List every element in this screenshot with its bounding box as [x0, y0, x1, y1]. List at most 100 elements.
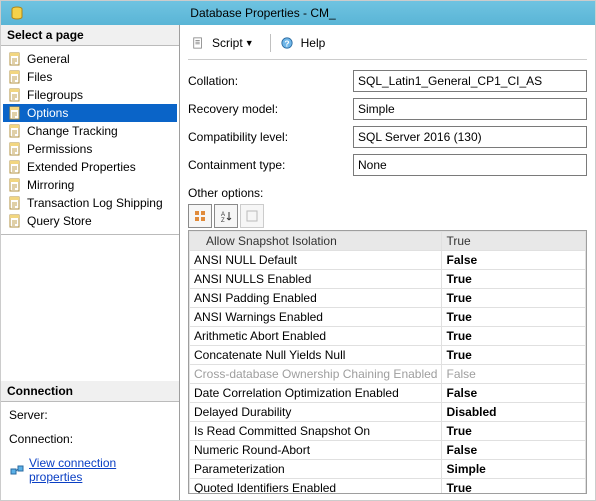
property-value: True [442, 289, 586, 308]
property-value: True [442, 327, 586, 346]
svg-text:?: ? [284, 38, 289, 48]
sidebar-item-extended-properties[interactable]: Extended Properties [3, 158, 177, 176]
sidebar-item-mirroring[interactable]: Mirroring [3, 176, 177, 194]
help-icon: ? [281, 35, 297, 51]
property-name: Delayed Durability [190, 403, 442, 422]
property-value: True [442, 308, 586, 327]
property-name: Allow Snapshot Isolation [190, 232, 442, 251]
page-icon [7, 51, 23, 67]
sidebar-item-query-store[interactable]: Query Store [3, 212, 177, 230]
connection-icon [9, 462, 25, 478]
recovery-combo[interactable]: Simple [353, 98, 587, 120]
property-value: False [442, 441, 586, 460]
property-name: Concatenate Null Yields Null [190, 346, 442, 365]
property-row[interactable]: ANSI Warnings EnabledTrue [190, 308, 586, 327]
connection-label: Connection: [9, 432, 171, 446]
property-row[interactable]: Concatenate Null Yields NullTrue [190, 346, 586, 365]
compat-value: SQL Server 2016 (130) [358, 130, 482, 144]
page-icon [7, 87, 23, 103]
page-icon [7, 123, 23, 139]
view-connection-properties-link[interactable]: View connection properties [9, 456, 171, 484]
property-value: True [442, 479, 586, 495]
sidebar-item-label: Options [27, 106, 68, 120]
script-icon [192, 35, 208, 51]
help-label: Help [301, 36, 326, 50]
contain-combo[interactable]: None [353, 154, 587, 176]
property-row[interactable]: ANSI NULL DefaultFalse [190, 251, 586, 270]
sidebar-item-label: Transaction Log Shipping [27, 196, 163, 210]
script-label: Script [212, 36, 243, 50]
property-name: Cross-database Ownership Chaining Enable… [190, 365, 442, 384]
collation-value: SQL_Latin1_General_CP1_CI_AS [358, 74, 542, 88]
property-value: True [442, 270, 586, 289]
property-name: ANSI NULLS Enabled [190, 270, 442, 289]
collation-combo[interactable]: SQL_Latin1_General_CP1_CI_AS [353, 70, 587, 92]
property-name: Date Correlation Optimization Enabled [190, 384, 442, 403]
sidebar-item-files[interactable]: Files [3, 68, 177, 86]
property-value: Simple [442, 460, 586, 479]
property-row[interactable]: ANSI Padding EnabledTrue [190, 289, 586, 308]
page-icon [7, 177, 23, 193]
sidebar-item-label: Files [27, 70, 52, 84]
property-row[interactable]: Quoted Identifiers EnabledTrue [190, 479, 586, 495]
property-name: ANSI NULL Default [190, 251, 442, 270]
property-name: Parameterization [190, 460, 442, 479]
property-value: True [442, 422, 586, 441]
property-row[interactable]: Allow Snapshot IsolationTrue [190, 232, 586, 251]
compat-label: Compatibility level: [188, 130, 353, 144]
select-page-header: Select a page [1, 25, 179, 46]
property-row[interactable]: ANSI NULLS EnabledTrue [190, 270, 586, 289]
sidebar-item-filegroups[interactable]: Filegroups [3, 86, 177, 104]
toolbar: Script ▼ ? Help [188, 31, 587, 60]
property-row[interactable]: ParameterizationSimple [190, 460, 586, 479]
title-bar: Database Properties - CM_ [1, 1, 595, 25]
sidebar-item-permissions[interactable]: Permissions [3, 140, 177, 158]
property-name: Is Read Committed Snapshot On [190, 422, 442, 441]
other-options-label: Other options: [188, 186, 587, 200]
recovery-label: Recovery model: [188, 102, 353, 116]
property-grid[interactable]: Allow Snapshot IsolationTrueANSI NULL De… [188, 230, 587, 494]
collation-label: Collation: [188, 74, 353, 88]
property-name: ANSI Warnings Enabled [190, 308, 442, 327]
categorized-button[interactable] [188, 204, 212, 228]
script-button[interactable]: Script ▼ [188, 33, 258, 53]
property-value: False [442, 384, 586, 403]
property-name: Arithmetic Abort Enabled [190, 327, 442, 346]
sidebar-item-label: Extended Properties [27, 160, 136, 174]
server-label: Server: [9, 408, 171, 422]
property-row[interactable]: Cross-database Ownership Chaining Enable… [190, 365, 586, 384]
compat-combo[interactable]: SQL Server 2016 (130) [353, 126, 587, 148]
alphabetical-button[interactable]: AZ [214, 204, 238, 228]
contain-label: Containment type: [188, 158, 353, 172]
window-title: Database Properties - CM_ [31, 1, 595, 25]
help-button[interactable]: ? Help [277, 33, 330, 53]
sidebar-item-change-tracking[interactable]: Change Tracking [3, 122, 177, 140]
property-value: True [442, 232, 586, 251]
sidebar-item-options[interactable]: Options [3, 104, 177, 122]
property-name: Quoted Identifiers Enabled [190, 479, 442, 495]
sidebar-item-label: Filegroups [27, 88, 83, 102]
sidebar-item-label: Change Tracking [27, 124, 118, 138]
page-tree: General Files Filegroups Options Change Trac… [1, 46, 179, 235]
property-name: Numeric Round-Abort [190, 441, 442, 460]
property-value: False [442, 365, 586, 384]
dropdown-caret-icon: ▼ [245, 38, 254, 48]
page-icon [7, 195, 23, 211]
svg-text:Z: Z [221, 218, 225, 223]
property-row[interactable]: Delayed DurabilityDisabled [190, 403, 586, 422]
property-row[interactable]: Arithmetic Abort EnabledTrue [190, 327, 586, 346]
page-icon [7, 69, 23, 85]
database-icon [9, 5, 25, 21]
sidebar-item-general[interactable]: General [3, 50, 177, 68]
property-row[interactable]: Date Correlation Optimization EnabledFal… [190, 384, 586, 403]
connection-header: Connection [1, 381, 179, 402]
sidebar-item-transaction-log-shipping[interactable]: Transaction Log Shipping [3, 194, 177, 212]
property-row[interactable]: Numeric Round-AbortFalse [190, 441, 586, 460]
property-name: ANSI Padding Enabled [190, 289, 442, 308]
property-value: False [442, 251, 586, 270]
sidebar-item-label: Permissions [27, 142, 92, 156]
property-row[interactable]: Is Read Committed Snapshot OnTrue [190, 422, 586, 441]
sidebar-item-label: Mirroring [27, 178, 74, 192]
grid-toolbar: AZ [188, 204, 587, 228]
view-connection-properties-label: View connection properties [29, 456, 171, 484]
